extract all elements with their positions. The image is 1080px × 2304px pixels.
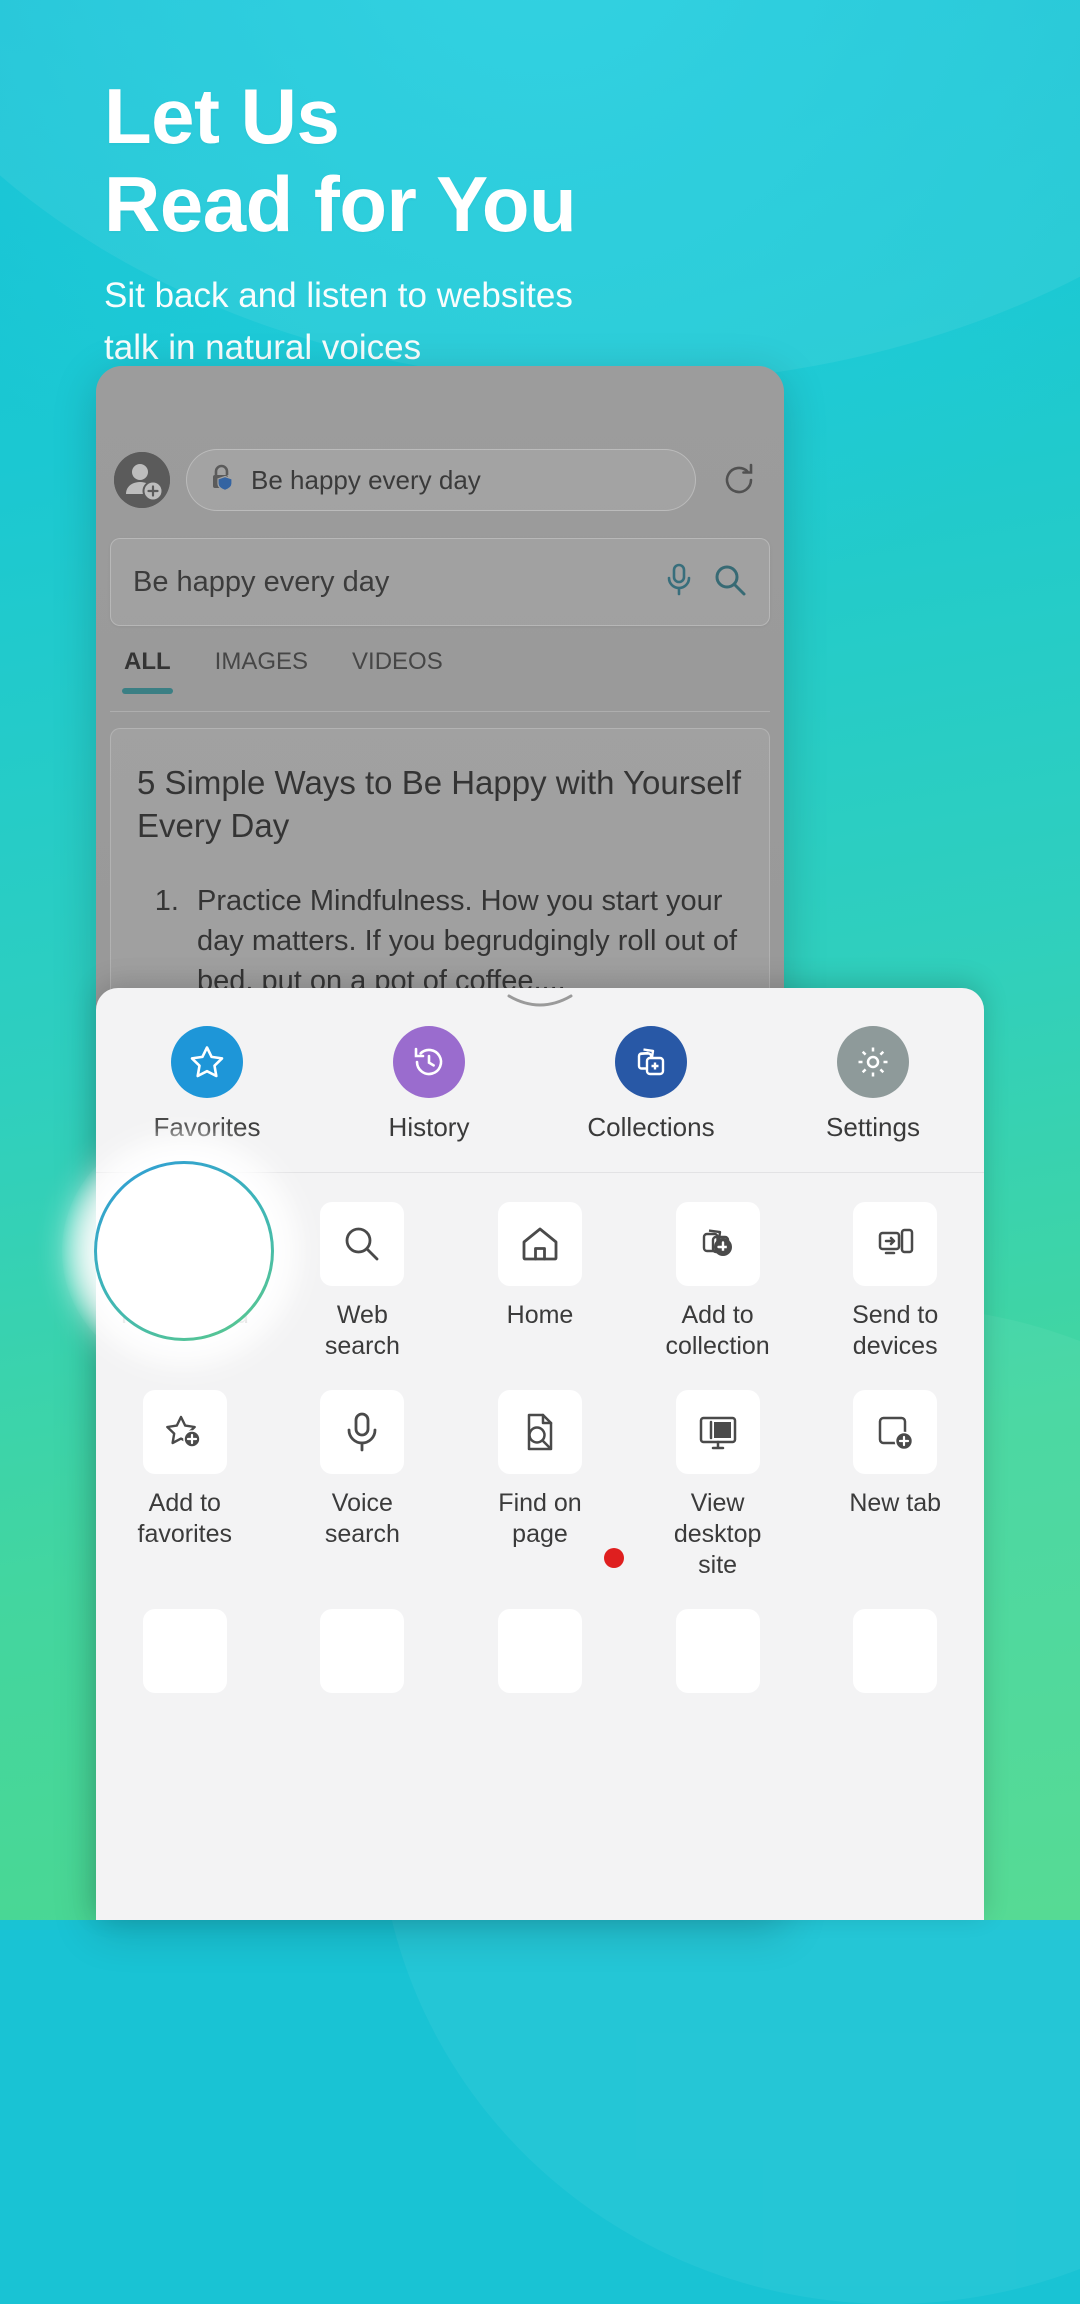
new-tab-icon xyxy=(853,1390,938,1474)
tab-videos[interactable]: VIDEOS xyxy=(352,648,443,692)
status-badge-red-dot xyxy=(604,1548,624,1568)
collections-add-icon xyxy=(675,1202,760,1286)
search-icon xyxy=(320,1202,405,1286)
menu-item-view-desktop-site[interactable]: View desktop site xyxy=(629,1372,807,1581)
menu-item-add-to-collection[interactable]: Add to collection xyxy=(629,1184,807,1362)
star-outline-icon xyxy=(171,1026,243,1098)
search-input-value: Be happy every day xyxy=(133,565,390,598)
menu-item-add-to-favorites[interactable]: Add to favorites xyxy=(96,1372,274,1581)
collections-add-icon xyxy=(615,1026,687,1098)
menu-item-label: Voice search xyxy=(324,1489,400,1548)
menu-item-home[interactable]: Home xyxy=(451,1184,629,1362)
menu-item-label: Add to favorites xyxy=(137,1489,233,1548)
menu-item-label: Find on page xyxy=(498,1489,582,1548)
quick-actions-row: Favorites History Collections Settings xyxy=(96,1026,984,1143)
search-result-tabs: ALL IMAGES VIDEOS xyxy=(110,648,770,712)
tab-all[interactable]: ALL xyxy=(122,648,173,694)
menu-item-web-search[interactable]: Web search xyxy=(274,1184,452,1362)
divider xyxy=(96,1172,984,1173)
quick-action-settings[interactable]: Settings xyxy=(762,1026,984,1143)
quick-action-favorites[interactable]: Favorites xyxy=(96,1026,318,1143)
page-title: Let Us Read for You xyxy=(104,72,577,248)
menu-item-find-on-page[interactable]: Find on page xyxy=(451,1372,629,1581)
menu-grid: Read aloud Web search Home Add to collec… xyxy=(96,1184,984,1693)
menu-item-partial[interactable] xyxy=(96,1591,274,1693)
quick-action-collections[interactable]: Collections xyxy=(540,1026,762,1143)
home-icon xyxy=(497,1202,582,1286)
list-item: Practice Mindfulness. How you start your… xyxy=(187,881,743,1001)
menu-item-label: Web search xyxy=(324,1301,400,1360)
tab-images[interactable]: IMAGES xyxy=(215,648,308,692)
refresh-icon[interactable] xyxy=(712,453,766,507)
profile-add-icon[interactable] xyxy=(114,452,170,508)
quick-action-label: Collections xyxy=(587,1112,715,1142)
microphone-icon xyxy=(320,1390,405,1474)
menu-item-new-tab[interactable]: New tab xyxy=(806,1372,984,1581)
quick-action-label: History xyxy=(388,1112,470,1142)
desktop-monitor-icon xyxy=(675,1390,760,1474)
send-to-devices-icon xyxy=(853,1202,938,1286)
address-bar: Be happy every day xyxy=(96,436,784,524)
url-pill[interactable]: Be happy every day xyxy=(186,449,696,511)
star-add-icon xyxy=(142,1390,227,1474)
menu-item-label: View desktop site xyxy=(673,1489,762,1579)
page-subtitle: Sit back and listen to websites talk in … xyxy=(104,276,573,367)
menu-item-send-to-devices[interactable]: Send to devices xyxy=(806,1184,984,1362)
hero-section: Let Us Read for You Sit back and listen … xyxy=(104,72,964,374)
find-on-page-icon xyxy=(497,1390,582,1474)
menu-item-partial[interactable] xyxy=(451,1591,629,1693)
menu-item-label: Home xyxy=(506,1301,574,1329)
browser-menu-sheet: Favorites History Collections Settings R… xyxy=(96,988,984,1920)
menu-item-label: Read aloud xyxy=(120,1301,249,1329)
menu-item-read-aloud[interactable]: Read aloud xyxy=(96,1184,274,1362)
url-text: Be happy every day xyxy=(251,464,481,495)
menu-item-voice-search[interactable]: Voice search xyxy=(274,1372,452,1581)
search-input[interactable]: Be happy every day xyxy=(110,538,770,626)
microphone-icon[interactable] xyxy=(663,562,695,603)
gear-icon xyxy=(837,1026,909,1098)
menu-item-partial[interactable] xyxy=(629,1591,807,1693)
drag-handle-icon[interactable] xyxy=(501,992,579,1016)
menu-item-partial[interactable] xyxy=(806,1591,984,1693)
menu-item-label: Add to collection xyxy=(665,1301,770,1360)
quick-action-label: Favorites xyxy=(153,1112,261,1142)
menu-item-label: Send to devices xyxy=(852,1301,939,1360)
menu-item-partial[interactable] xyxy=(274,1591,452,1693)
read-aloud-icon xyxy=(142,1202,227,1286)
quick-action-history[interactable]: History xyxy=(318,1026,540,1143)
result-title: 5 Simple Ways to Be Happy with Yourself … xyxy=(137,764,742,844)
clock-rewind-icon xyxy=(393,1026,465,1098)
lock-shield-icon xyxy=(209,463,237,498)
search-icon[interactable] xyxy=(713,563,747,602)
quick-action-label: Settings xyxy=(826,1112,920,1142)
menu-item-label: New tab xyxy=(849,1489,942,1517)
